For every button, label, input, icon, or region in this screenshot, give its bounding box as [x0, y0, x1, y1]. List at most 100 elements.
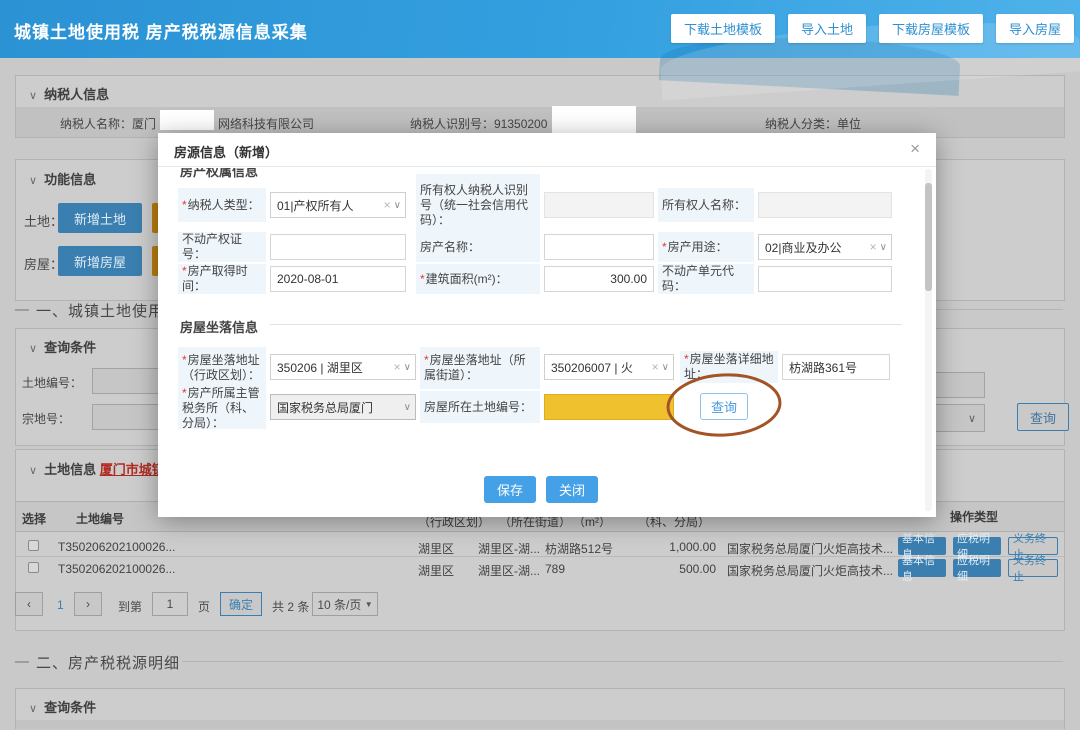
taxpayer-id: 纳税人识别号：91350200	[410, 115, 547, 132]
cell-area: 500.00	[620, 562, 716, 576]
location-detail-input[interactable]: 枋湖路361号	[782, 354, 890, 380]
collapse-chevron-icon[interactable]: ∨	[29, 90, 37, 102]
pagination-goto-label: 到第	[118, 598, 142, 615]
location-admin-select[interactable]: 350206 | 湖里区 × ∨	[270, 354, 416, 380]
save-button[interactable]: 保存	[484, 476, 536, 503]
build-area-input[interactable]: 300.00	[544, 266, 654, 292]
land-code-filter-label: 土地编号：	[22, 374, 82, 391]
clear-icon[interactable]: ×	[652, 360, 659, 374]
taxpayer-category: 纳税人分类：单位	[765, 115, 861, 132]
app-root: 城镇土地使用税 房产税税源信息采集 下载土地模板 导入土地 下载房屋模板 导入房…	[0, 0, 1080, 730]
pagination-total: 共 2 条	[272, 598, 309, 615]
owner-name-label: 所有权人名称：	[658, 188, 754, 222]
chevron-down-icon[interactable]: ∨	[404, 362, 411, 373]
chevron-down-icon[interactable]: ∨	[394, 200, 401, 211]
pagination-next-button[interactable]: ›	[74, 592, 102, 616]
section-dash	[15, 309, 29, 311]
clear-icon[interactable]: ×	[384, 198, 391, 212]
basic-info-button[interactable]: 基本信息	[898, 559, 946, 577]
caret-down-icon[interactable]: ▼	[365, 600, 373, 609]
function-panel-title: 功能信息	[44, 172, 96, 187]
col-select: 选择	[22, 510, 46, 527]
taxpayer-panel-title: 纳税人信息	[44, 87, 109, 102]
download-land-template-button[interactable]: 下载土地模板	[671, 14, 775, 43]
taxpayer-name: 纳税人名称：厦门	[60, 115, 156, 132]
estate-cert-input[interactable]	[270, 234, 406, 260]
pagination-page-unit: 页	[198, 598, 210, 615]
cell-land-code: T350206202100026...	[58, 562, 175, 576]
taxpayer-type-value: 01|产权所有人	[277, 197, 381, 214]
cell-district: 湖里区	[418, 562, 454, 579]
land-info-title: 土地信息	[44, 462, 96, 477]
house-land-code-input-highlighted[interactable]	[544, 394, 674, 420]
tax-office-value: 国家税务总局厦门	[277, 399, 404, 416]
function-panel-header: ∨ 功能信息	[29, 169, 96, 188]
redaction-box	[160, 110, 214, 130]
taxable-detail-button[interactable]: 应税明细	[953, 559, 1001, 577]
tax-office-select[interactable]: 国家税务总局厦门 ∨	[270, 394, 416, 420]
house-name-input[interactable]	[544, 234, 654, 260]
close-button[interactable]: 关闭	[546, 476, 598, 503]
cell-area: 1,000.00	[620, 540, 716, 554]
annotation-ellipse	[662, 369, 786, 441]
collapse-chevron-icon[interactable]: ∨	[29, 703, 37, 715]
collapse-chevron-icon[interactable]: ∨	[29, 175, 37, 187]
house-query-header: ∨查询条件	[29, 697, 96, 716]
location-street-value: 350206007 | 火	[551, 359, 649, 376]
section-one-title: 一、城镇土地使用	[36, 300, 164, 321]
cell-office: 国家税务总局厦门火炬高技术...	[727, 562, 893, 579]
acquire-date-input[interactable]: 2020-08-01	[270, 266, 406, 292]
terminate-duty-button[interactable]: 义务终止	[1008, 559, 1058, 577]
pagination-goto-input[interactable]: 1	[152, 592, 188, 616]
add-land-button[interactable]: 新增土地	[58, 203, 142, 233]
land-query-header: ∨ 查询条件	[29, 337, 96, 356]
location-admin-label: *房屋坐落地址（行政区划）：	[178, 347, 266, 389]
parcel-filter-label: 宗地号：	[22, 410, 70, 427]
house-land-code-label: 房屋所在土地编号：	[420, 391, 540, 423]
location-street-select[interactable]: 350206007 | 火 × ∨	[544, 354, 674, 380]
location-street-label: *房屋坐落地址（所属街道）：	[420, 347, 540, 389]
owner-id-input[interactable]	[544, 192, 654, 218]
clipped-section-title: 房产权属信息	[180, 168, 380, 179]
page-size-value: 10 条/页	[317, 596, 361, 613]
house-name-label: 房产名称：	[416, 232, 540, 262]
acquire-date-label: *房产取得时间：	[178, 264, 266, 294]
estate-unit-code-input[interactable]	[758, 266, 892, 292]
modal-titlebar: 房源信息（新增） ×	[158, 133, 936, 167]
taxpayer-type-select[interactable]: 01|产权所有人 × ∨	[270, 192, 406, 218]
import-land-button[interactable]: 导入土地	[788, 14, 866, 43]
clear-icon[interactable]: ×	[394, 360, 401, 374]
row-checkbox[interactable]	[28, 540, 39, 551]
pagination-prev-button[interactable]: ‹	[15, 592, 43, 616]
import-house-button[interactable]: 导入房屋	[996, 14, 1074, 43]
owner-id-label: 所有权人纳税人识别号（统一社会信用代码）：	[416, 174, 540, 236]
house-use-select[interactable]: 02|商业及办公 × ∨	[758, 234, 892, 260]
row-checkbox[interactable]	[28, 562, 39, 573]
build-area-label: *建筑面积(m²)：	[416, 264, 540, 294]
modal-scrollbar-thumb[interactable]	[925, 183, 932, 291]
page-size-select[interactable]: 10 条/页 ▼	[312, 592, 378, 616]
chevron-down-icon[interactable]: ∨	[968, 412, 976, 425]
land-query-title: 查询条件	[44, 340, 96, 355]
taxpayer-name-suffix: 网络科技有限公司	[218, 115, 314, 132]
chevron-down-icon[interactable]: ∨	[880, 242, 887, 253]
clear-icon[interactable]: ×	[870, 240, 877, 254]
pagination-confirm-button[interactable]: 确定	[220, 592, 262, 616]
close-icon[interactable]: ×	[910, 139, 920, 159]
taxpayer-panel-header: ∨ 纳税人信息	[29, 84, 109, 103]
cell-street: 湖里区-湖...	[478, 540, 540, 557]
land-search-button[interactable]: 查询	[1017, 403, 1069, 431]
house-query-content	[16, 720, 1064, 729]
house-source-modal: 房源信息（新增） × 房产权属信息 *纳税人类型： 01|产权所有人 × ∨ 所…	[158, 133, 936, 517]
pagination-page-number[interactable]: 1	[57, 598, 64, 612]
download-house-template-button[interactable]: 下载房屋模板	[879, 14, 983, 43]
col-operation: 操作类型	[950, 508, 998, 525]
collapse-chevron-icon[interactable]: ∨	[29, 465, 37, 477]
collapse-chevron-icon[interactable]: ∨	[29, 343, 37, 355]
add-house-button[interactable]: 新增房屋	[58, 246, 142, 276]
owner-name-input[interactable]	[758, 192, 892, 218]
page-title: 城镇土地使用税 房产税税源信息采集	[14, 18, 308, 43]
chevron-down-icon[interactable]: ∨	[404, 402, 411, 413]
section-line	[182, 661, 1063, 662]
taxpayer-type-label: *纳税人类型：	[178, 188, 266, 222]
